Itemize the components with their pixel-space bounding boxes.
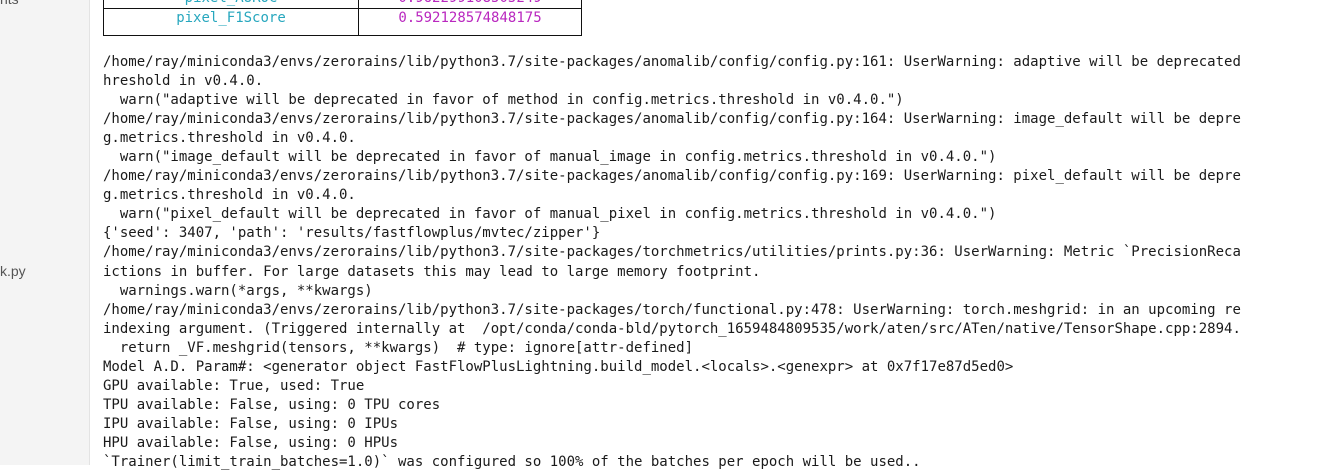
log-line: hreshold in v0.4.0.: [103, 73, 264, 90]
log-line: g.metrics.threshold in v0.4.0.: [103, 187, 356, 204]
log-line: TPU available: False, using: 0 TPU cores: [103, 396, 441, 413]
table-row: pixel_AUROC 0.962299108505249: [103, 0, 582, 9]
log-line: ictions in buffer. For large datasets th…: [103, 263, 761, 280]
sidebar-item-file[interactable]: k.py: [0, 263, 26, 279]
metric-name: pixel_AUROC: [103, 0, 359, 9]
metric-value: 0.962299108505249: [358, 0, 582, 9]
log-line: {'seed': 3407, 'path': 'results/fastflow…: [103, 225, 601, 242]
log-line: IPU available: False, using: 0 IPUs: [103, 415, 399, 432]
log-line: g.metrics.threshold in v0.4.0.: [103, 130, 356, 147]
metric-value: 0.592128574848175: [358, 7, 582, 36]
log-line: warn("adaptive will be deprecated in fav…: [103, 92, 904, 109]
log-line: `Trainer(limit_train_batches=1.0)` was c…: [103, 453, 921, 470]
log-line: return _VF.meshgrid(tensors, **kwargs) #…: [103, 339, 694, 356]
log-line: Model A.D. Param#: <generator object Fas…: [103, 358, 1014, 375]
log-line: indexing argument. (Triggered internally…: [103, 320, 1241, 337]
terminal-output: /home/ray/miniconda3/envs/zerorains/lib/…: [103, 53, 1317, 472]
log-line: /home/ray/miniconda3/envs/zerorains/lib/…: [103, 301, 1241, 318]
log-line: warn("pixel_default will be deprecated i…: [103, 206, 997, 223]
log-line: HPU available: False, using: 0 HPUs: [103, 434, 399, 451]
log-line: /home/ray/miniconda3/envs/zerorains/lib/…: [103, 168, 1241, 185]
log-line: /home/ray/miniconda3/envs/zerorains/lib/…: [103, 244, 1241, 261]
metrics-table: pixel_AUROC 0.962299108505249 pixel_F1Sc…: [103, 0, 582, 36]
metric-name: pixel_F1Score: [103, 7, 359, 36]
table-row: pixel_F1Score 0.592128574848175: [103, 7, 582, 36]
file-sidebar: nts k.py: [0, 0, 90, 465]
log-line: warnings.warn(*args, **kwargs): [103, 282, 373, 299]
log-line: /home/ray/miniconda3/envs/zerorains/lib/…: [103, 54, 1241, 70]
log-line: GPU available: True, used: True: [103, 377, 365, 394]
log-line: warn("image_default will be deprecated i…: [103, 149, 997, 166]
log-line: /home/ray/miniconda3/envs/zerorains/lib/…: [103, 111, 1241, 128]
sidebar-item[interactable]: nts: [0, 0, 19, 7]
